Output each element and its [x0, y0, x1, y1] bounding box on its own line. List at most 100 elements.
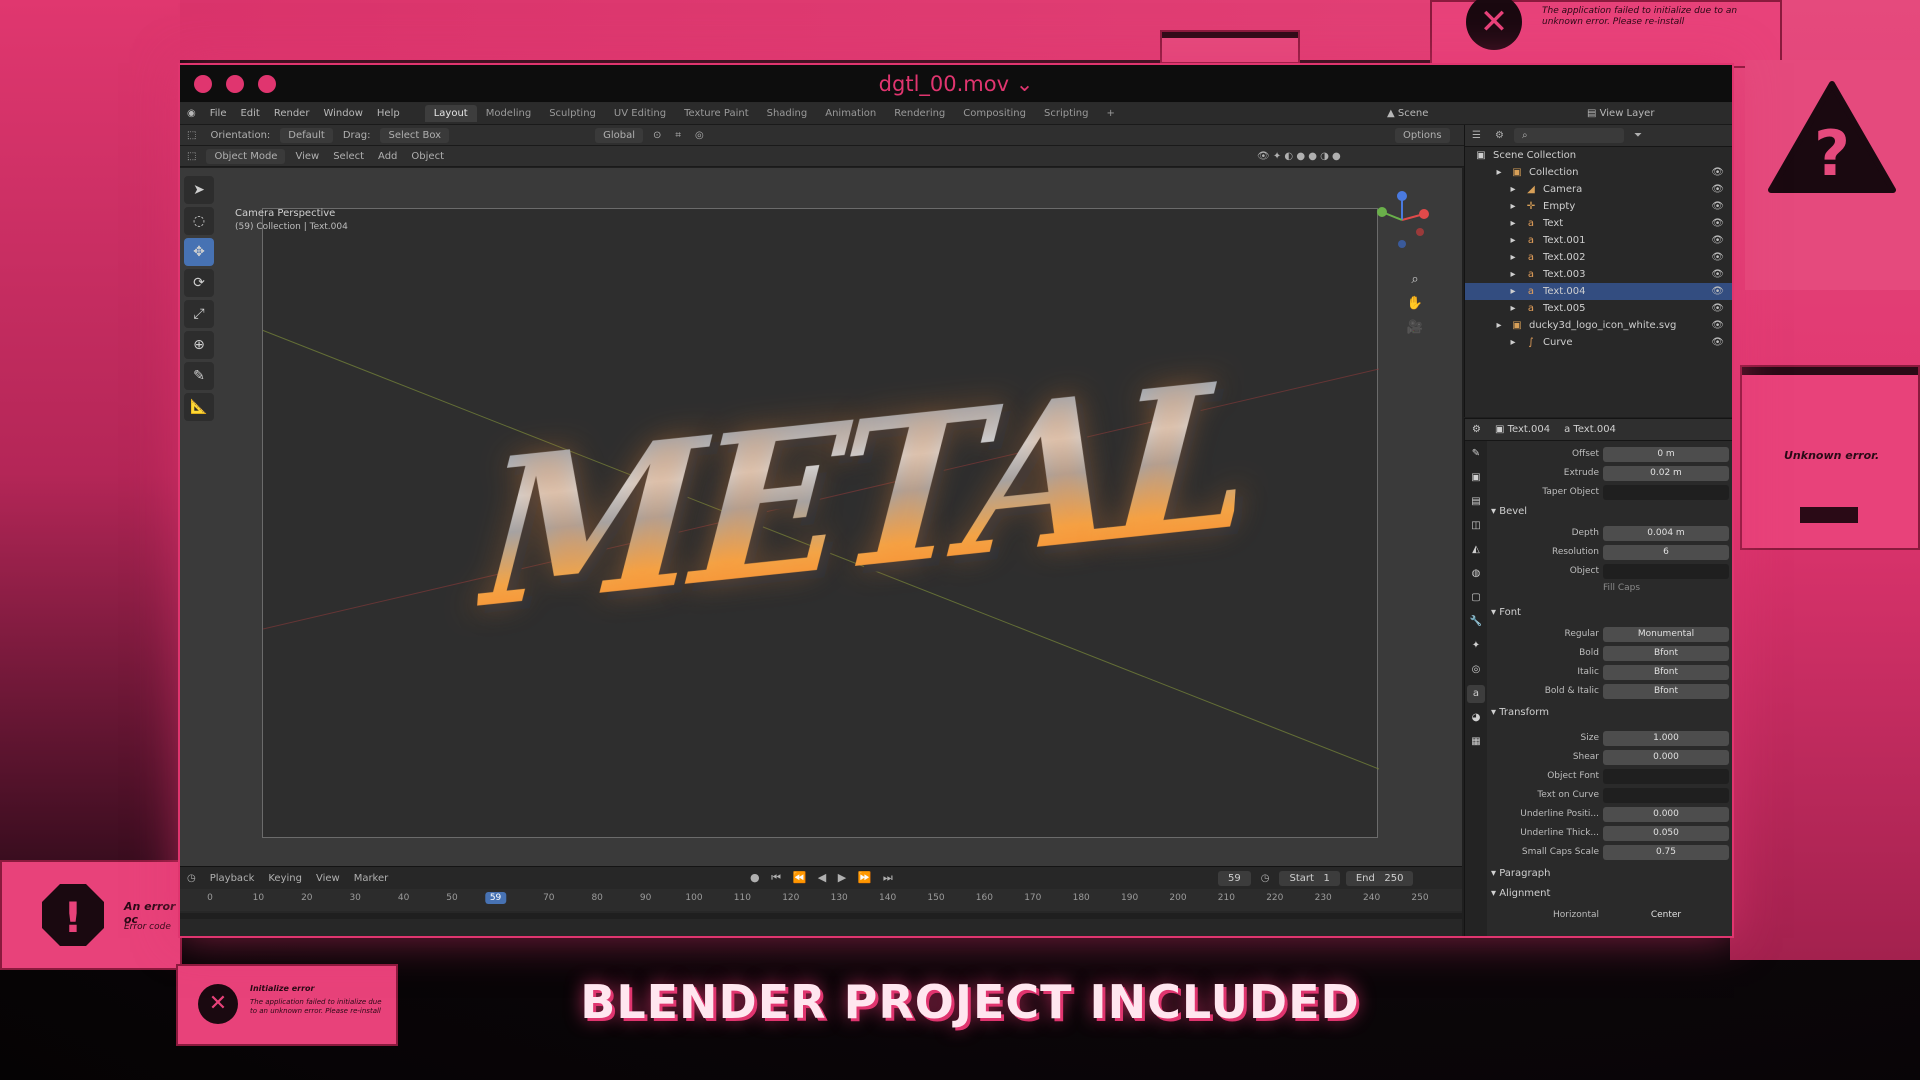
tool-tab-icon[interactable]: ✎ [1467, 445, 1485, 463]
orientation-dropdown[interactable]: Default [280, 127, 333, 143]
mode-dropdown[interactable]: Object Mode [206, 148, 286, 164]
outliner-item[interactable]: ▸ a Text.005 👁 [1465, 300, 1732, 317]
timeline-menu-playback[interactable]: Playback [203, 873, 262, 884]
tab-animation[interactable]: Animation [816, 105, 885, 122]
transform-space-dropdown[interactable]: Global [595, 127, 644, 143]
property-field[interactable] [1603, 564, 1729, 579]
collapse-arrow-icon[interactable]: ▾ [1491, 868, 1499, 879]
scene-tab-icon[interactable]: ◭ [1467, 541, 1485, 559]
timeline-menu-keying[interactable]: Keying [261, 873, 309, 884]
property-field[interactable]: 6 [1603, 545, 1729, 560]
expand-arrow-icon[interactable]: ▸ [1507, 252, 1519, 263]
property-field[interactable]: Monumental [1603, 627, 1729, 642]
properties-editor-icon[interactable]: ⚙ [1465, 424, 1488, 435]
outliner-item[interactable]: ▸ a Text.004 👁 [1465, 283, 1732, 300]
tab-layout[interactable]: Layout [424, 105, 477, 122]
transform-tool-icon[interactable]: ⊕ [184, 331, 214, 359]
timeline-editor-icon[interactable]: ◷ [180, 873, 203, 884]
options-dropdown[interactable]: Options [1395, 127, 1450, 143]
scene-selector[interactable]: ▲ Scene [1380, 108, 1435, 119]
view-layer-selector[interactable]: ▤ View Layer [1580, 108, 1661, 119]
editor-type-icon[interactable]: ⬚ [180, 151, 203, 162]
timeline-menu-view[interactable]: View [309, 873, 347, 884]
property-field[interactable]: 0.004 m [1603, 526, 1729, 541]
visibility-eye-icon[interactable]: 👁 [1711, 337, 1724, 348]
visibility-eye-icon[interactable]: 👁 [1711, 184, 1724, 195]
outliner-root[interactable]: ▣ Scene Collection [1465, 147, 1732, 164]
tab-modeling[interactable]: Modeling [477, 105, 541, 122]
fill-caps-checkbox[interactable]: Fill Caps [1603, 583, 1640, 593]
outliner-item[interactable]: ▸ a Text.003 👁 [1465, 266, 1732, 283]
property-field[interactable] [1603, 788, 1729, 803]
outliner-item[interactable]: ▸ ✛ Empty 👁 [1465, 198, 1732, 215]
3d-viewport[interactable]: Camera Perspective (59) Collection | Tex… [180, 168, 1462, 866]
current-frame-indicator[interactable]: 59 [484, 892, 507, 904]
expand-arrow-icon[interactable]: ▸ [1507, 269, 1519, 280]
menu-file[interactable]: File [203, 108, 234, 119]
visibility-eye-icon[interactable]: 👁 [1711, 235, 1724, 246]
drag-dropdown[interactable]: Select Box [380, 127, 450, 143]
expand-arrow-icon[interactable]: ▸ [1493, 320, 1505, 331]
viewport-menu-add[interactable]: Add [371, 151, 404, 162]
end-frame-field[interactable]: End 250 [1345, 870, 1414, 886]
viewport-shading-icons[interactable]: 👁 ✦ ◐ ● ● ◑ ● [1250, 151, 1348, 162]
view-layer-tab-icon[interactable]: ◫ [1467, 517, 1485, 535]
tab-shading[interactable]: Shading [758, 105, 817, 122]
particles-tab-icon[interactable]: ✦ [1467, 637, 1485, 655]
paragraph-section-header[interactable]: ▾ Paragraph [1491, 868, 1550, 879]
collapse-arrow-icon[interactable]: ▾ [1491, 707, 1499, 718]
visibility-eye-icon[interactable]: 👁 [1711, 167, 1724, 178]
measure-tool-icon[interactable]: 📐 [184, 393, 214, 421]
expand-arrow-icon[interactable]: ▸ [1507, 235, 1519, 246]
bevel-section-header[interactable]: ▾ Bevel [1491, 506, 1527, 517]
visibility-eye-icon[interactable]: 👁 [1711, 320, 1724, 331]
outliner-item[interactable]: ▸ ▣ Collection 👁 [1465, 164, 1732, 181]
collapse-arrow-icon[interactable]: ▾ [1491, 607, 1499, 618]
expand-arrow-icon[interactable]: ▸ [1507, 286, 1519, 297]
navigation-gizmo[interactable] [1372, 190, 1432, 250]
expand-arrow-icon[interactable]: ▸ [1507, 201, 1519, 212]
viewport-menu-view[interactable]: View [288, 151, 326, 162]
material-tab-icon[interactable]: ◕ [1467, 709, 1485, 727]
world-tab-icon[interactable]: ◍ [1467, 565, 1485, 583]
property-field[interactable]: Bfont [1603, 646, 1729, 661]
viewport-menu-object[interactable]: Object [404, 151, 451, 162]
visibility-eye-icon[interactable]: 👁 [1711, 286, 1724, 297]
property-field[interactable]: 0.050 [1603, 826, 1729, 841]
prev-keyframe-icon[interactable]: ⏪ [793, 871, 811, 884]
jump-end-icon[interactable]: ⏭ [883, 871, 897, 884]
visibility-eye-icon[interactable]: 👁 [1711, 303, 1724, 314]
transform-section-header[interactable]: ▾ Transform [1491, 707, 1549, 718]
pan-hand-icon[interactable]: ✋ [1406, 296, 1424, 314]
tab-scripting[interactable]: Scripting [1035, 105, 1097, 122]
visibility-eye-icon[interactable]: 👁 [1711, 201, 1724, 212]
snap-icon[interactable]: ⌗ [668, 130, 688, 141]
expand-arrow-icon[interactable]: ▸ [1507, 303, 1519, 314]
current-frame-field[interactable]: 59 [1218, 870, 1251, 886]
menu-render[interactable]: Render [267, 108, 317, 119]
play-icon[interactable]: ▶ [838, 871, 850, 884]
property-field[interactable]: 0 m [1603, 447, 1729, 462]
property-field[interactable]: 0.000 [1603, 807, 1729, 822]
property-field[interactable]: 0.000 [1603, 750, 1729, 765]
record-icon[interactable]: ● [750, 871, 764, 884]
outliner-search-input[interactable]: ⌕ [1513, 128, 1624, 143]
annotate-tool-icon[interactable]: ✎ [184, 362, 214, 390]
property-field[interactable] [1603, 485, 1729, 500]
move-tool-icon[interactable]: ✥ [184, 238, 214, 266]
alignment-section-header[interactable]: ▾ Alignment [1491, 888, 1550, 899]
error-right-ok-button[interactable] [1800, 507, 1858, 523]
start-frame-field[interactable]: Start 1 [1279, 870, 1340, 886]
property-field[interactable]: 0.75 [1603, 845, 1729, 860]
expand-arrow-icon[interactable]: ▸ [1507, 184, 1519, 195]
visibility-eye-icon[interactable]: 👁 [1711, 218, 1724, 229]
timeline-ruler[interactable]: 0 10 20 30 40 50 59 70 80 90 100 110 120 130 140 150 160… [180, 889, 1462, 911]
play-reverse-icon[interactable]: ◀ [818, 871, 830, 884]
font-section-header[interactable]: ▾ Font [1491, 607, 1521, 618]
property-field[interactable]: Bfont [1603, 665, 1729, 680]
tab-rendering[interactable]: Rendering [885, 105, 954, 122]
scale-tool-icon[interactable]: ⤢ [184, 300, 214, 328]
outliner-item[interactable]: ▸ a Text.001 👁 [1465, 232, 1732, 249]
object-tab-icon[interactable]: ▢ [1467, 589, 1485, 607]
outliner-item[interactable]: ▸ ∫ Curve 👁 [1465, 334, 1732, 351]
